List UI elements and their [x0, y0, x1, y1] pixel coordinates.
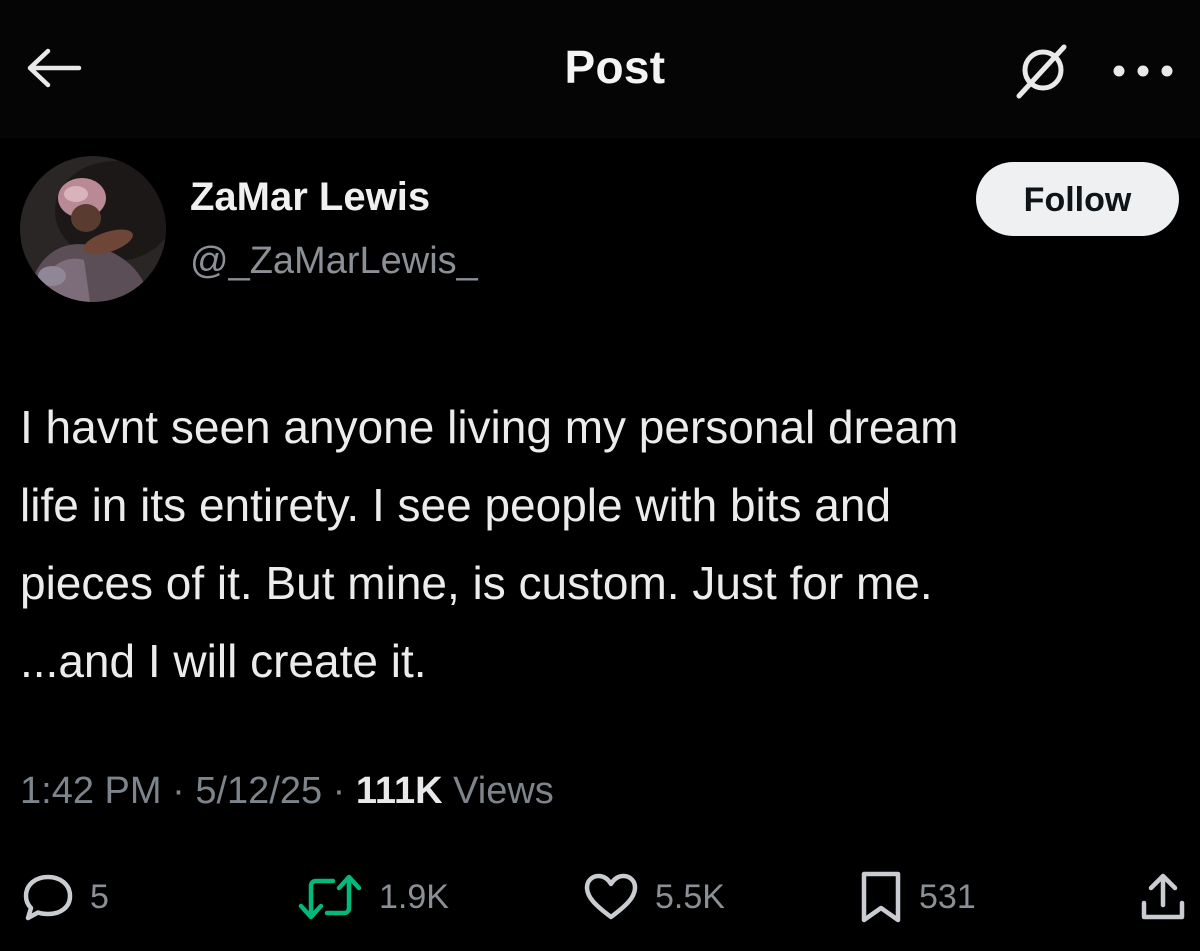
meta-separator: · — [161, 770, 196, 812]
bookmark-icon — [861, 871, 901, 923]
post-text-line: I havnt seen anyone living my personal d… — [20, 401, 959, 453]
post-text-line: life in its entirety. I see people with … — [20, 479, 892, 531]
repost-button[interactable]: 1.9K — [297, 866, 449, 928]
author-name[interactable]: ZaMar Lewis — [190, 175, 430, 220]
top-bar: Post — [0, 0, 1200, 138]
meta-separator: · — [322, 770, 356, 812]
like-count: 5.5K — [655, 877, 725, 916]
bookmark-button[interactable]: 531 — [859, 866, 976, 928]
author-handle[interactable]: @_ZaMarLewis_ — [190, 240, 478, 283]
like-button[interactable]: 5.5K — [583, 866, 725, 928]
grok-icon — [1016, 44, 1067, 99]
post-time[interactable]: 1:42 PM — [20, 770, 162, 812]
reply-button[interactable]: 5 — [22, 866, 109, 928]
more-horizontal-icon — [1113, 65, 1173, 77]
heart-icon — [584, 873, 638, 920]
views-label: Views — [442, 770, 554, 812]
views-count[interactable]: 111K — [356, 770, 443, 812]
post-date[interactable]: 5/12/25 — [195, 770, 322, 812]
post-text: I havnt seen anyone living my personal d… — [20, 388, 1180, 700]
repost-count: 1.9K — [379, 877, 449, 916]
grok-button[interactable] — [1008, 40, 1076, 102]
share-icon — [1141, 873, 1185, 920]
follow-button[interactable]: Follow — [976, 162, 1179, 236]
post-metadata: 1:42 PM · 5/12/25 · 111K Views — [20, 770, 554, 813]
reply-count: 5 — [90, 877, 109, 916]
more-options-button[interactable] — [1103, 46, 1183, 96]
repost-icon — [298, 874, 362, 920]
avatar-image — [20, 156, 166, 302]
share-button[interactable] — [1140, 866, 1186, 928]
author-avatar[interactable] — [20, 156, 166, 302]
post-text-line: pieces of it. But mine, is custom. Just … — [20, 557, 933, 609]
bookmark-count: 531 — [919, 877, 976, 916]
reply-icon — [23, 874, 73, 921]
post-text-line: ...and I will create it. — [20, 635, 427, 687]
